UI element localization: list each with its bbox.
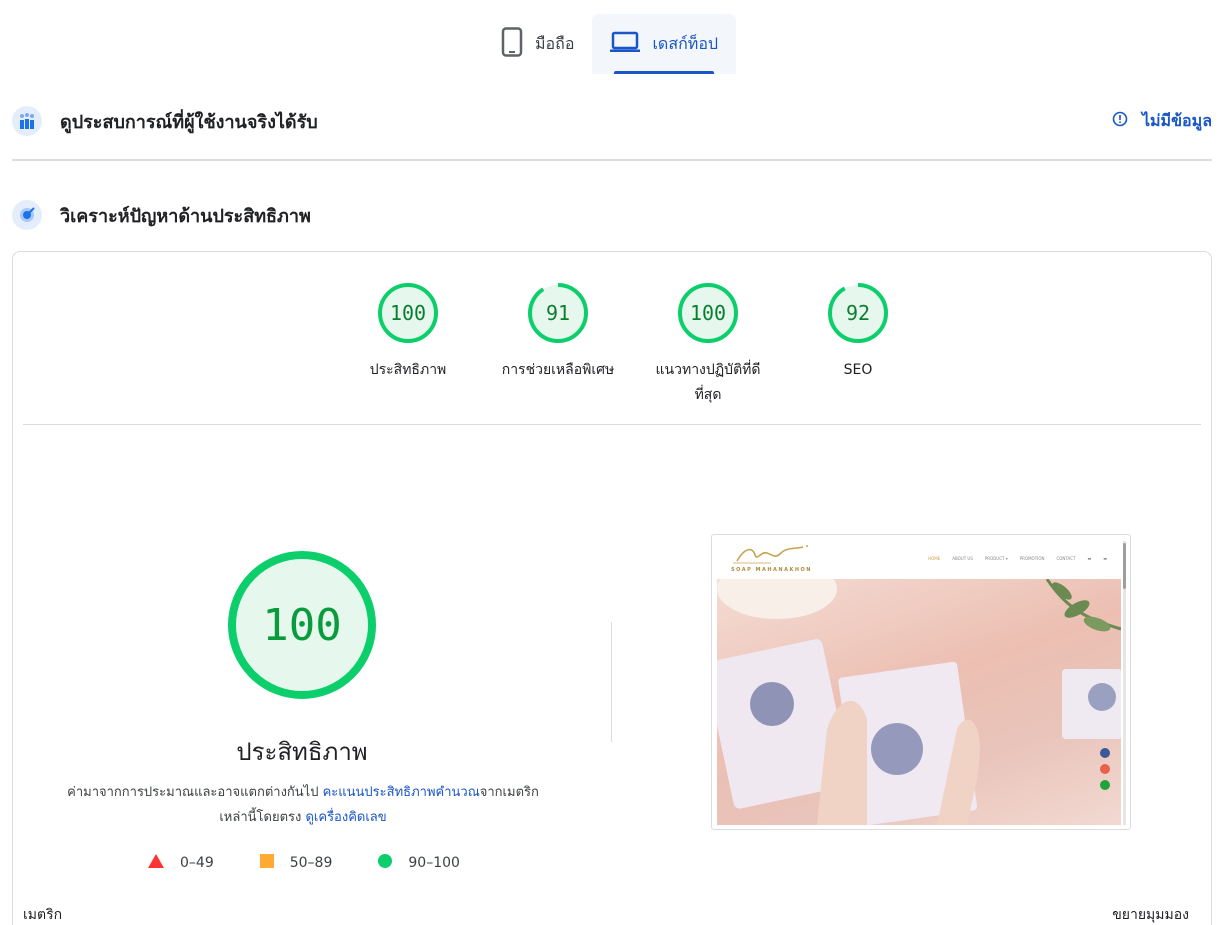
gauge-label: แนวทางปฏิบัติที่ดีที่สุด: [655, 362, 761, 403]
screenshot-scrollbar: [1123, 541, 1126, 825]
field-data-header: ดูประสบการณ์ที่ผู้ใช้งานจริงได้รับ ไม่มี…: [12, 106, 1212, 136]
smartphone-icon: [501, 27, 523, 61]
page-screenshot[interactable]: SOAP MAHANAKHON HOME ABOUT US PRODUCT ▾ …: [711, 534, 1131, 830]
info-icon: [1112, 111, 1128, 131]
legend-average-range: 50–89: [289, 855, 333, 871]
gauge-label: SEO: [843, 362, 873, 378]
screenshot-menu-item: HOME: [928, 556, 941, 561]
score-legend: 0–49 50–89 90–100: [148, 854, 506, 872]
circle-icon: [378, 854, 393, 872]
no-data-status[interactable]: ไม่มีข้อมูล: [1112, 109, 1212, 134]
category-gauge[interactable]: 100 แนวทางปฏิบัติที่ดีที่สุด: [633, 282, 783, 408]
gauge-ring: 91: [527, 282, 589, 344]
performance-description: ค่ามาจากการประมาณและอาจแตกต่างกันไป คะแน…: [53, 780, 553, 830]
lab-data-icon: [12, 200, 42, 230]
diagnose-title: วิเคราะห์ปัญหาด้านประสิทธิภาพ: [60, 205, 311, 227]
gauge-score: 92: [845, 301, 871, 325]
flag-icon: ▬: [1103, 556, 1107, 561]
screenshot-navbar: SOAP MAHANAKHON HOME ABOUT US PRODUCT ▾ …: [717, 539, 1121, 579]
screenshot-menu-item: PRODUCT ▾: [984, 556, 1008, 561]
tab-desktop-label: เดสก์ท็อป: [652, 33, 719, 53]
screenshot-menu: HOME ABOUT US PRODUCT ▾ PROMOTION CONTAC…: [928, 556, 1107, 561]
legend-pass: 90–100: [378, 854, 460, 872]
gauge-ring: 92: [827, 282, 889, 344]
field-data-icon: [12, 106, 42, 136]
flag-icon: ▬: [1087, 556, 1092, 561]
gauge-score: 91: [545, 301, 571, 325]
screenshot-menu-item: PROMOTION: [1019, 556, 1045, 561]
gauge-ring: 100: [677, 282, 739, 344]
gauge-ring: 100: [377, 282, 439, 344]
screenshot-menu-item: ABOUT US: [952, 556, 973, 561]
performance-score: 100: [262, 599, 342, 651]
category-gauge[interactable]: 91 การช่วยเหลือพิเศษ: [483, 282, 633, 408]
category-gauge[interactable]: 100 ประสิทธิภาพ: [333, 282, 483, 408]
diagnose-header: วิเคราะห์ปัญหาด้านประสิทธิภาพ: [12, 200, 1212, 230]
tab-mobile[interactable]: มือถือ: [483, 14, 592, 74]
legend-fail-range: 0–49: [180, 855, 214, 871]
section-divider: [12, 159, 1212, 161]
gauge-score: 100: [389, 301, 427, 325]
report-card: 100 ประสิทธิภาพ 91 การช่วยเหลือพิเศษ 100 แนวท…: [12, 251, 1212, 925]
legend-fail: 0–49: [148, 854, 214, 872]
laptop-icon: [610, 31, 641, 57]
vertical-separator: [611, 622, 612, 742]
category-gauges: 100 ประสิทธิภาพ 91 การช่วยเหลือพิเศษ 100 แนวท…: [333, 282, 933, 408]
screenshot-menu-item: CONTACT: [1056, 556, 1076, 561]
legend-pass-range: 90–100: [408, 855, 460, 871]
card-divider: [23, 424, 1201, 425]
gauge-score: 100: [689, 301, 727, 325]
triangle-icon: [148, 854, 164, 872]
field-data-title: ดูประสบการณ์ที่ผู้ใช้งานจริงได้รับ: [60, 111, 318, 133]
expand-view-button[interactable]: ขยายมุมมอง: [1112, 904, 1189, 925]
performance-title: ประสิทธิภาพ: [236, 738, 368, 766]
gauge-label: ประสิทธิภาพ: [369, 362, 447, 378]
device-tabs: มือถือ เดสก์ท็อป: [483, 14, 737, 74]
screenshot-brand: SOAP MAHANAKHON: [731, 567, 812, 573]
description-text-1: ค่ามาจากการประมาณและอาจแตกต่างกันไป: [67, 785, 323, 800]
calculator-link[interactable]: ดูเครื่องคิดเลข: [305, 810, 386, 825]
metrics-label: เมตริก: [23, 907, 63, 923]
score-calculation-link[interactable]: คะแนนประสิทธิภาพคำนวณ: [323, 785, 480, 800]
screenshot-hero-image: [717, 579, 1121, 825]
tab-mobile-label: มือถือ: [535, 33, 575, 53]
legend-average: 50–89: [259, 854, 333, 872]
tab-desktop[interactable]: เดสก์ท็อป: [592, 14, 737, 74]
performance-gauge: 100: [226, 549, 378, 701]
no-data-label: ไม่มีข้อมูล: [1141, 110, 1212, 130]
square-icon: [259, 854, 274, 872]
gauge-label: การช่วยเหลือพิเศษ: [501, 362, 615, 378]
category-gauge[interactable]: 92 SEO: [783, 282, 933, 408]
